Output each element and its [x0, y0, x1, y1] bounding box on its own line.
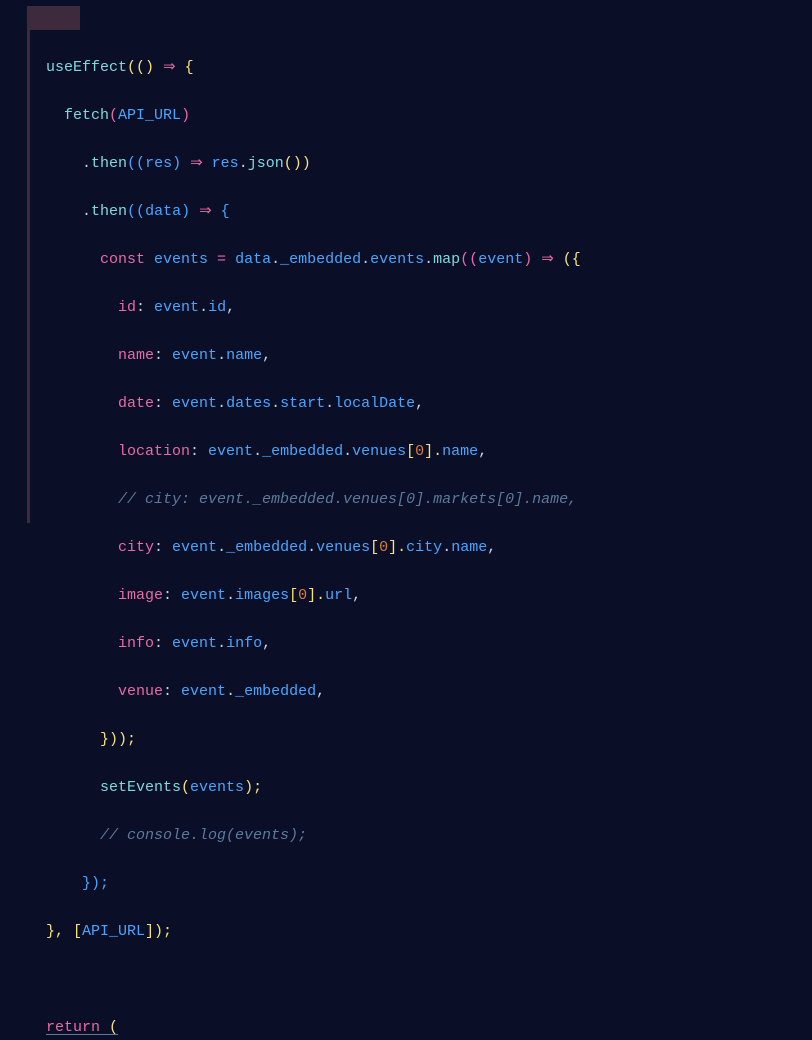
- code-line: info: event.info,: [0, 632, 812, 656]
- code-line: }));: [0, 728, 812, 752]
- code-line: .then((res) ⇒ res.json()): [0, 152, 812, 176]
- code-line: city: event._embedded.venues[0].city.nam…: [0, 536, 812, 560]
- code-line: id: event.id,: [0, 296, 812, 320]
- code-line: const events = data._embedded.events.map…: [0, 248, 812, 272]
- code-line: setEvents(events);: [0, 776, 812, 800]
- code-line: image: event.images[0].url,: [0, 584, 812, 608]
- code-line: });: [0, 872, 812, 896]
- code-block: useEffect(() ⇒ { fetch(API_URL) .then((r…: [0, 8, 812, 1040]
- code-line: // console.log(events);: [0, 824, 812, 848]
- diff-gutter-head: [27, 6, 80, 30]
- code-line: name: event.name,: [0, 344, 812, 368]
- code-line: date: event.dates.start.localDate,: [0, 392, 812, 416]
- code-line: // city: event._embedded.venues[0].marke…: [0, 488, 812, 512]
- code-line: return (: [0, 1016, 812, 1040]
- code-line: useEffect(() ⇒ {: [0, 56, 812, 80]
- code-line: .then((data) ⇒ {: [0, 200, 812, 224]
- code-line: location: event._embedded.venues[0].name…: [0, 440, 812, 464]
- code-line: venue: event._embedded,: [0, 680, 812, 704]
- code-line: fetch(API_URL): [0, 104, 812, 128]
- code-line: }, [API_URL]);: [0, 920, 812, 944]
- code-line: [0, 968, 812, 992]
